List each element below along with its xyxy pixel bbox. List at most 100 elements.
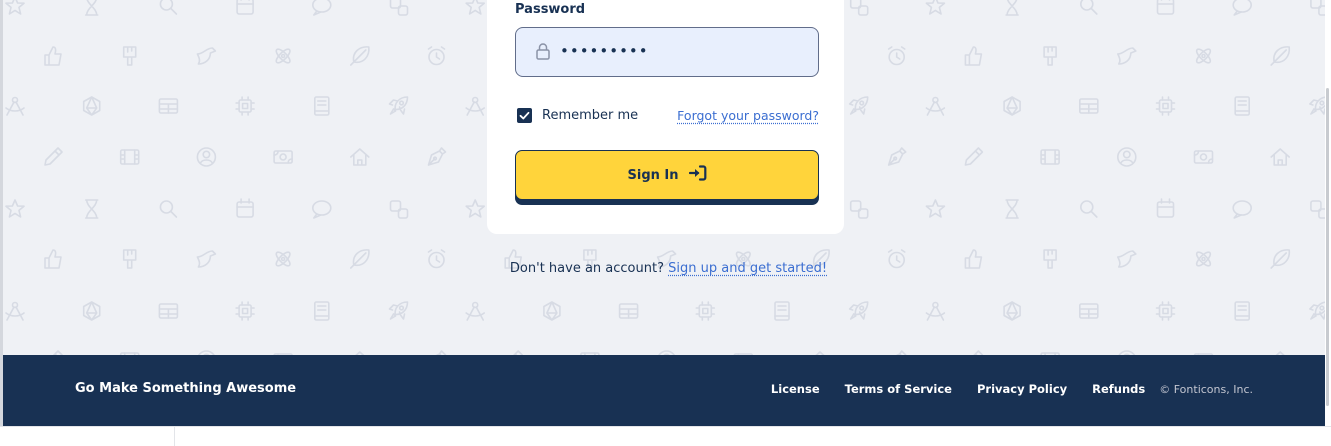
book-icon (313, 301, 330, 321)
calendar-icon (1156, 0, 1175, 15)
sign-in-label: Sign In (627, 167, 679, 183)
user-circle-icon (1117, 147, 1137, 167)
compass-drafting-icon (925, 96, 946, 116)
dice-d20-icon (1003, 301, 1021, 321)
microchip-icon (695, 301, 716, 321)
rocket-icon (848, 96, 869, 115)
star-icon (5, 199, 25, 218)
check-icon (519, 111, 530, 120)
password-input[interactable]: ••••••••• (515, 27, 819, 77)
dice-d20-icon (543, 301, 561, 321)
footer-brand: Go Make Something Awesome (75, 381, 297, 396)
table-icon (618, 303, 639, 319)
magnifying-glass-icon (159, 0, 178, 15)
table-icon (1079, 98, 1099, 114)
scrollbar-thumb[interactable] (1326, 88, 1329, 406)
atom-icon (275, 48, 291, 64)
book-icon (1234, 96, 1250, 116)
dice-icon (389, 200, 409, 219)
pen-nib-icon (887, 147, 907, 166)
dice-icon (1310, 0, 1325, 16)
password-label: Password (515, 2, 586, 17)
compass-drafting-icon (5, 96, 25, 116)
dice-icon (389, 0, 409, 16)
star-icon (925, 199, 946, 218)
comment-icon (1232, 0, 1252, 16)
comment-icon (1232, 200, 1252, 219)
footer-copyright: © Fonticons, Inc. (1159, 382, 1253, 396)
table-icon (1079, 303, 1099, 319)
table-icon (158, 98, 179, 114)
paintbrush-icon (1043, 46, 1057, 66)
dice-icon (849, 200, 869, 219)
microchip-icon (235, 96, 255, 116)
money-bill-icon (273, 150, 293, 164)
rocket-icon (1309, 96, 1325, 115)
footer-nav: License Terms of Service Privacy Policy … (771, 382, 1253, 396)
microchip-icon (1155, 96, 1176, 116)
star-icon (465, 0, 486, 15)
feather-icon (349, 46, 370, 66)
browser-bottom-bar (0, 426, 1331, 446)
house-icon (349, 148, 370, 166)
calendar-icon (236, 0, 254, 15)
dice-icon (1310, 200, 1325, 219)
comment-icon (312, 0, 332, 16)
bottom-bar-divider (174, 426, 175, 446)
right-to-bracket-icon (688, 165, 707, 185)
signup-link[interactable]: Sign up and get started! (668, 261, 827, 276)
footer-link-license[interactable]: License (771, 382, 820, 396)
dice-icon (849, 0, 869, 16)
atom-icon (1195, 48, 1212, 64)
star-icon (5, 0, 25, 15)
dove-icon (1117, 47, 1137, 65)
table-icon (158, 303, 179, 319)
forgot-password-link[interactable]: Forgot your password? (677, 108, 819, 123)
film-icon (1040, 149, 1060, 165)
book-icon (313, 96, 330, 116)
microchip-icon (235, 301, 255, 321)
alarm-clock-icon (427, 46, 446, 66)
dice-d20-icon (82, 301, 101, 321)
money-bill-icon (1193, 150, 1214, 164)
thumbs-up-icon (964, 46, 983, 66)
star-icon (465, 199, 486, 218)
compass-drafting-icon (5, 301, 25, 321)
pen-nib-icon (427, 147, 447, 166)
lock-icon (536, 43, 550, 64)
footer-link-privacy[interactable]: Privacy Policy (977, 382, 1067, 396)
site-footer: Go Make Something Awesome License Terms … (3, 355, 1325, 426)
compass-drafting-icon (465, 96, 486, 116)
rocket-icon (388, 96, 409, 115)
hourglass-icon (1005, 199, 1019, 219)
signup-prompt-text: Don't have an account? (509, 261, 664, 276)
hourglass-icon (1005, 0, 1019, 16)
book-icon (774, 301, 790, 321)
remember-me-checkbox[interactable] (517, 108, 532, 123)
rocket-icon (1309, 301, 1325, 320)
sign-in-button[interactable]: Sign In (515, 150, 819, 200)
star-icon (925, 0, 946, 15)
feather-icon (1270, 46, 1291, 66)
footer-link-refunds[interactable]: Refunds (1092, 382, 1145, 396)
magnifying-glass-icon (159, 200, 178, 218)
password-value: ••••••••• (560, 42, 649, 60)
calendar-icon (1156, 198, 1175, 218)
alarm-clock-icon (887, 46, 906, 66)
house-icon (1270, 148, 1290, 166)
pencil-icon (44, 147, 63, 166)
footer-link-terms[interactable]: Terms of Service (845, 382, 952, 396)
user-circle-icon (196, 147, 217, 167)
magnifying-glass-icon (1080, 200, 1098, 218)
browser-viewport: Password ••••••••• Remember me Forgot yo… (0, 0, 1331, 446)
login-card: Password ••••••••• Remember me Forgot yo… (487, 0, 844, 234)
remember-me-label[interactable]: Remember me (542, 108, 638, 123)
microchip-icon (1155, 301, 1176, 321)
compass-drafting-icon (925, 301, 946, 321)
book-icon (1234, 301, 1250, 321)
magnifying-glass-icon (1080, 0, 1098, 15)
comment-icon (311, 200, 332, 219)
hourglass-icon (84, 0, 99, 16)
film-icon (119, 149, 140, 165)
rocket-icon (388, 301, 409, 320)
